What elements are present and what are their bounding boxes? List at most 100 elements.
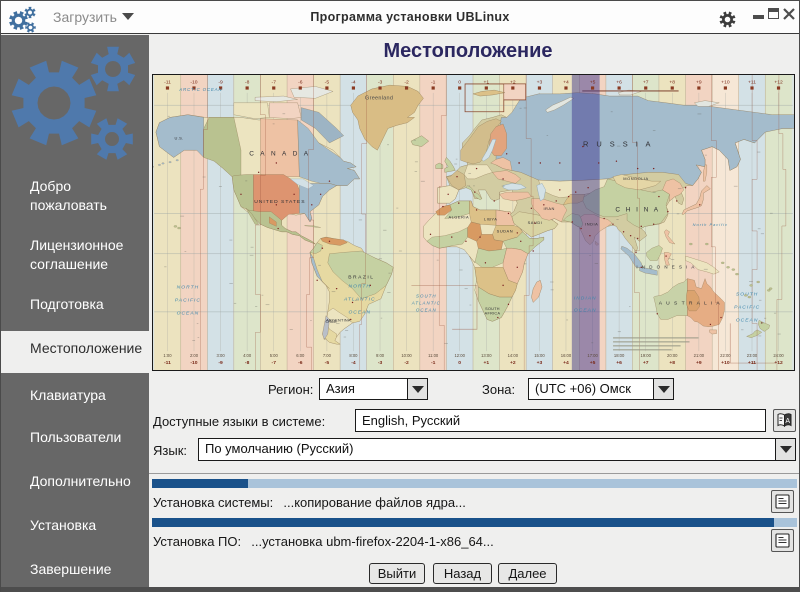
- svg-text:7:00: 7:00: [323, 353, 332, 358]
- svg-text:INDIAN: INDIAN: [574, 295, 597, 301]
- svg-text:-11: -11: [164, 360, 171, 366]
- svg-text:-2: -2: [404, 79, 409, 85]
- svg-text:SUDAN: SUDAN: [497, 228, 513, 233]
- svg-text:ARCTIC OCEAN: ARCTIC OCEAN: [178, 87, 222, 92]
- svg-text:+12: +12: [774, 79, 783, 85]
- svg-text:23:00: 23:00: [747, 353, 758, 358]
- svg-text:A: A: [785, 418, 790, 425]
- svg-text:+5: +5: [590, 360, 596, 366]
- svg-text:-6: -6: [298, 360, 303, 366]
- svg-text:IRAN: IRAN: [543, 206, 554, 211]
- svg-text:OCEAN: OCEAN: [736, 317, 759, 323]
- svg-text:SOUTH: SOUTH: [485, 307, 500, 311]
- svg-text:NORTH: NORTH: [177, 285, 200, 291]
- svg-text:+2: +2: [510, 79, 516, 85]
- svg-text:-10: -10: [190, 79, 197, 85]
- svg-text:OCEAN: OCEAN: [348, 309, 371, 315]
- svg-text:CHILE: CHILE: [326, 320, 338, 324]
- svg-text:18:00: 18:00: [614, 353, 625, 358]
- svg-text:LIBYA: LIBYA: [484, 216, 497, 221]
- svg-text:-5: -5: [325, 79, 330, 85]
- svg-text:4:00: 4:00: [243, 353, 252, 358]
- svg-text:-8: -8: [245, 79, 250, 85]
- svg-text:ATLANTIC: ATLANTIC: [411, 300, 441, 305]
- svg-text:15:00: 15:00: [534, 353, 545, 358]
- svg-text:-6: -6: [298, 79, 303, 85]
- svg-text:UNITED STATES: UNITED STATES: [254, 199, 305, 205]
- svg-text:+1: +1: [483, 360, 489, 366]
- svg-text:+6: +6: [616, 79, 622, 85]
- svg-text:-4: -4: [351, 79, 356, 85]
- svg-text:+8: +8: [669, 79, 675, 85]
- svg-text:North Pacific: North Pacific: [693, 222, 728, 227]
- svg-text:13:00: 13:00: [481, 353, 492, 358]
- svg-text:-8: -8: [245, 360, 250, 366]
- svg-text:22:00: 22:00: [720, 353, 731, 358]
- svg-text:+10: +10: [721, 79, 730, 85]
- svg-text:-10: -10: [190, 360, 197, 366]
- svg-text:OCEAN: OCEAN: [416, 307, 437, 312]
- svg-text:2:00: 2:00: [190, 353, 199, 358]
- svg-text:24:00: 24:00: [773, 353, 784, 358]
- svg-text:9:00: 9:00: [376, 353, 385, 358]
- svg-text:10:00: 10:00: [401, 353, 412, 358]
- svg-text:19:00: 19:00: [641, 353, 652, 358]
- svg-text:5:00: 5:00: [270, 353, 279, 358]
- svg-text:+4: +4: [563, 360, 569, 366]
- svg-text:SOUTH: SOUTH: [736, 292, 758, 298]
- svg-text:8:00: 8:00: [349, 353, 358, 358]
- svg-text:-3: -3: [378, 79, 383, 85]
- svg-text:-2: -2: [404, 360, 409, 366]
- svg-text:PACIFIC: PACIFIC: [734, 304, 760, 310]
- svg-text:ATLANTIC: ATLANTIC: [343, 296, 376, 302]
- svg-text:+10: +10: [721, 360, 730, 366]
- svg-text:AFRICA: AFRICA: [485, 312, 501, 316]
- svg-text:PACIFIC: PACIFIC: [175, 297, 201, 303]
- svg-text:+11: +11: [748, 360, 756, 366]
- svg-text:+7: +7: [643, 360, 649, 366]
- svg-text:MONGOLIA: MONGOLIA: [623, 176, 648, 181]
- svg-text:14:00: 14:00: [508, 353, 519, 358]
- svg-text:-5: -5: [325, 360, 330, 366]
- svg-text:+12: +12: [774, 360, 783, 366]
- svg-text:A U S T R A L I A: A U S T R A L I A: [659, 300, 721, 306]
- svg-text:U.S.: U.S.: [175, 135, 184, 140]
- svg-text:I N D O N E S I A: I N D O N E S I A: [636, 264, 695, 269]
- svg-text:3:00: 3:00: [217, 353, 226, 358]
- svg-text:20:00: 20:00: [667, 353, 678, 358]
- svg-text:17:00: 17:00: [587, 353, 598, 358]
- svg-text:+3: +3: [537, 360, 543, 366]
- svg-text:+9: +9: [696, 360, 702, 366]
- svg-text:-1: -1: [431, 79, 436, 85]
- svg-text:-7: -7: [272, 79, 277, 85]
- svg-text:16:00: 16:00: [561, 353, 572, 358]
- svg-text:BRAZIL: BRAZIL: [348, 275, 374, 281]
- svg-text:+7: +7: [643, 79, 649, 85]
- svg-text:-9: -9: [218, 360, 223, 366]
- svg-text:-4: -4: [351, 360, 356, 366]
- svg-text:R U S S I A: R U S S I A: [583, 140, 653, 149]
- svg-text:+9: +9: [696, 79, 702, 85]
- svg-text:SOUTH: SOUTH: [416, 293, 437, 298]
- svg-text:NORTH: NORTH: [349, 284, 372, 290]
- svg-text:+5: +5: [590, 79, 596, 85]
- svg-text:OCEAN: OCEAN: [574, 307, 597, 313]
- svg-text:-3: -3: [378, 360, 383, 366]
- svg-text:-11: -11: [164, 79, 171, 85]
- svg-text:C A N A D A: C A N A D A: [249, 151, 310, 158]
- svg-text:ALGERIA: ALGERIA: [448, 215, 469, 220]
- svg-text:6:00: 6:00: [296, 353, 305, 358]
- svg-text:+4: +4: [563, 79, 569, 85]
- svg-text:C H I N A: C H I N A: [615, 207, 660, 214]
- svg-text:0: 0: [458, 79, 461, 85]
- svg-text:INDIA: INDIA: [585, 221, 598, 226]
- svg-text:+11: +11: [748, 79, 756, 85]
- svg-text:11:00: 11:00: [428, 353, 439, 358]
- svg-text:+3: +3: [537, 79, 543, 85]
- svg-text:12:00: 12:00: [454, 353, 465, 358]
- svg-text:-1: -1: [431, 360, 436, 366]
- svg-text:+8: +8: [669, 360, 675, 366]
- svg-text:-9: -9: [218, 79, 223, 85]
- svg-text:-7: -7: [272, 360, 277, 366]
- svg-text:+6: +6: [616, 360, 622, 366]
